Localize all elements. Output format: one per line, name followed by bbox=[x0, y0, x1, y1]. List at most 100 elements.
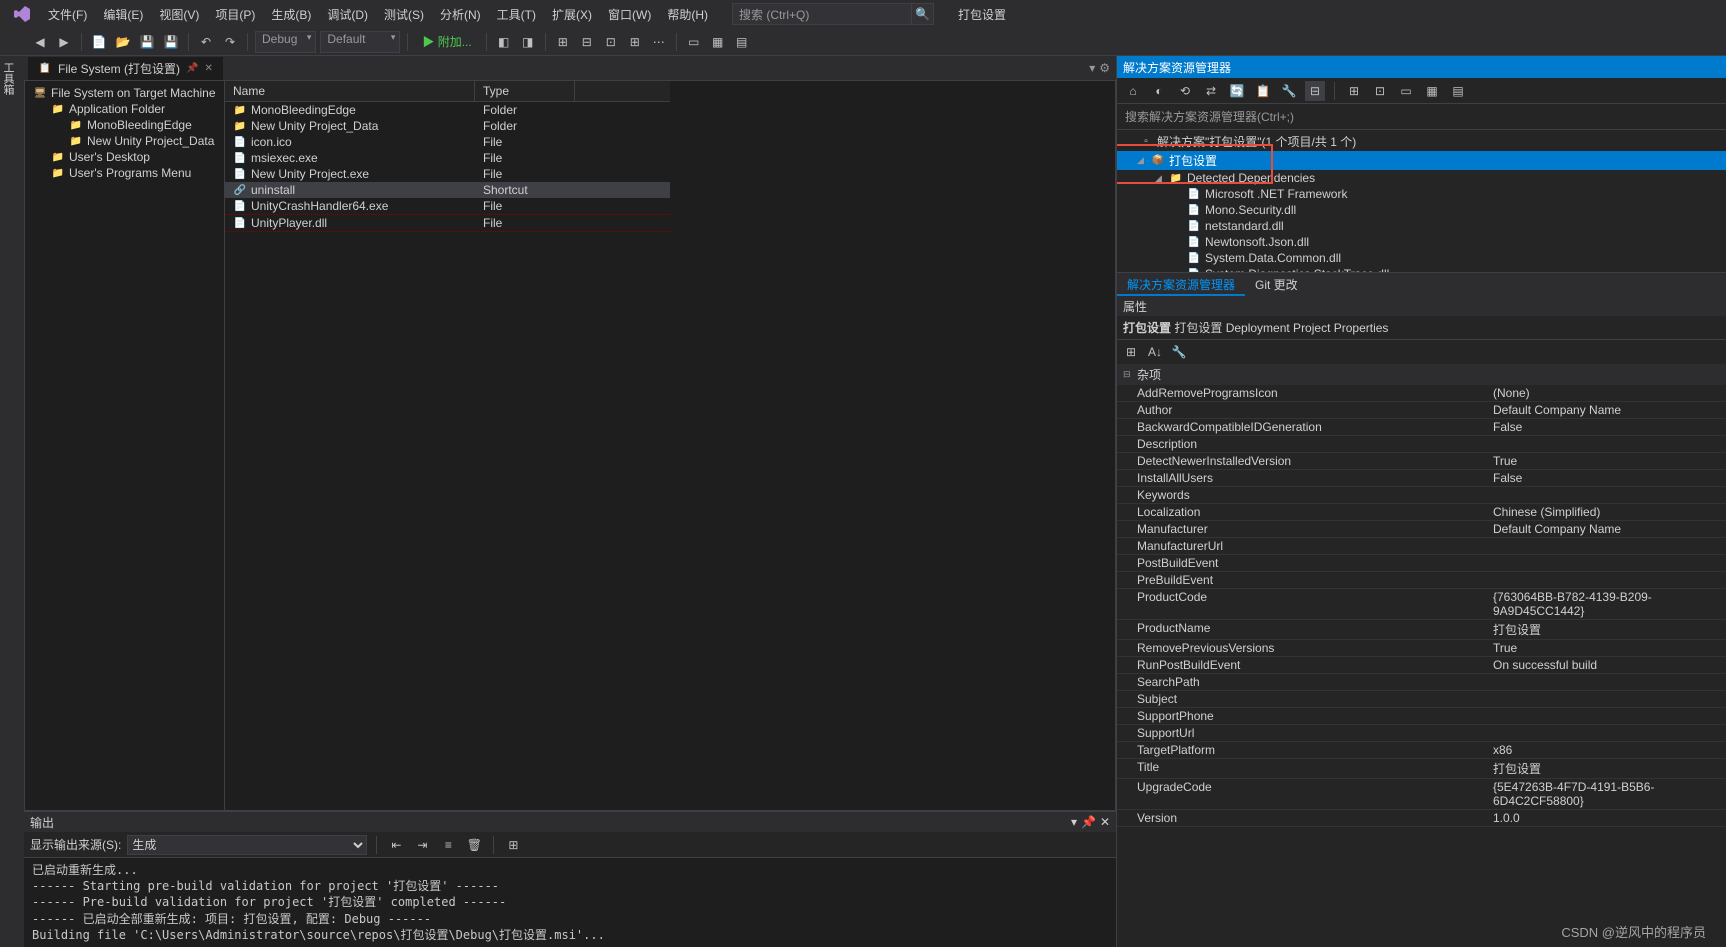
fs-file-row[interactable]: 📄UnityCrashHandler64.exeFile bbox=[225, 198, 670, 215]
property-row[interactable]: Version1.0.0 bbox=[1117, 810, 1726, 827]
fs-tree-node[interactable]: 📁MonoBleedingEdge bbox=[25, 117, 224, 133]
tool-icon[interactable]: ⊟ bbox=[577, 32, 597, 52]
start-button[interactable]: ▶ 附加... bbox=[415, 32, 478, 52]
menu-item[interactable]: 编辑(E) bbox=[95, 4, 151, 26]
tool-icon[interactable]: ⇤ bbox=[386, 835, 406, 855]
pin-icon[interactable]: 📌 bbox=[186, 63, 198, 74]
tool-icon[interactable]: ▤ bbox=[1448, 81, 1468, 101]
tool-icon[interactable]: ◨ bbox=[518, 32, 538, 52]
property-row[interactable]: BackwardCompatibleIDGenerationFalse bbox=[1117, 419, 1726, 436]
property-row[interactable]: PostBuildEvent bbox=[1117, 555, 1726, 572]
fs-tree-node[interactable]: 📁User's Programs Menu bbox=[25, 165, 224, 181]
fs-tree-node[interactable]: 🖥File System on Target Machine bbox=[25, 85, 224, 101]
property-row[interactable]: LocalizationChinese (Simplified) bbox=[1117, 504, 1726, 521]
tab-git-changes[interactable]: Git 更改 bbox=[1245, 273, 1308, 296]
menu-item[interactable]: 调试(D) bbox=[319, 4, 376, 26]
property-row[interactable]: PreBuildEvent bbox=[1117, 572, 1726, 589]
fs-file-row[interactable]: 📁MonoBleedingEdgeFolder bbox=[225, 102, 670, 118]
pin-icon[interactable]: 📌 bbox=[1081, 815, 1096, 829]
tool-icon[interactable]: ⊞ bbox=[1344, 81, 1364, 101]
tool-icon[interactable]: ◐ bbox=[1149, 81, 1169, 101]
tool-icon[interactable]: ▤ bbox=[732, 32, 752, 52]
solution-tree-node[interactable]: 📄Newtonsoft.Json.dll bbox=[1117, 234, 1726, 250]
fs-file-row[interactable]: 📄New Unity Project.exeFile bbox=[225, 166, 670, 182]
property-row[interactable]: SupportUrl bbox=[1117, 725, 1726, 742]
nav-back-icon[interactable]: ◀ bbox=[30, 32, 50, 52]
property-row[interactable]: SupportPhone bbox=[1117, 708, 1726, 725]
property-row[interactable]: ManufacturerUrl bbox=[1117, 538, 1726, 555]
property-row[interactable]: UpgradeCode{5E47263B-4F7D-4191-B5B6-6D4C… bbox=[1117, 779, 1726, 810]
fs-file-row[interactable]: 📄UnityPlayer.dllFile bbox=[225, 215, 670, 232]
fs-tree-node[interactable]: 📁New Unity Project_Data bbox=[25, 133, 224, 149]
tool-icon[interactable]: ◧ bbox=[494, 32, 514, 52]
undo-icon[interactable]: ↶ bbox=[196, 32, 216, 52]
doc-tab-filesystem[interactable]: 📋 File System (打包设置) 📌 ✕ bbox=[28, 57, 223, 80]
tool-icon[interactable]: ▭ bbox=[1396, 81, 1416, 101]
sort-icon[interactable]: A↓ bbox=[1145, 342, 1165, 362]
menu-item[interactable]: 帮助(H) bbox=[659, 4, 716, 26]
menu-item[interactable]: 测试(S) bbox=[376, 4, 432, 26]
config-dropdown[interactable]: Debug bbox=[255, 31, 316, 53]
tab-dropdown-icon[interactable]: ▾ bbox=[1089, 61, 1095, 75]
menu-item[interactable]: 生成(B) bbox=[263, 4, 319, 26]
tool-icon[interactable]: 📋 bbox=[1253, 81, 1273, 101]
property-row[interactable]: RemovePreviousVersionsTrue bbox=[1117, 640, 1726, 657]
nav-fwd-icon[interactable]: ▶ bbox=[54, 32, 74, 52]
output-source-dropdown[interactable]: 生成 bbox=[127, 835, 367, 855]
fs-tree-node[interactable]: 📁User's Desktop bbox=[25, 149, 224, 165]
refresh-icon[interactable]: 🔄 bbox=[1227, 81, 1247, 101]
sync-icon[interactable]: ⇄ bbox=[1201, 81, 1221, 101]
column-name[interactable]: Name bbox=[225, 81, 475, 101]
tool-icon[interactable]: ⋯ bbox=[649, 32, 669, 52]
property-row[interactable]: Title打包设置 bbox=[1117, 759, 1726, 779]
save-all-icon[interactable]: 💾 bbox=[161, 32, 181, 52]
property-row[interactable]: AddRemoveProgramsIcon(None) bbox=[1117, 385, 1726, 402]
properties-object-selector[interactable]: 打包设置 打包设置 Deployment Project Properties … bbox=[1117, 316, 1726, 340]
tool-icon[interactable]: ⟲ bbox=[1175, 81, 1195, 101]
toolbox-rail[interactable]: 工具箱 bbox=[0, 56, 24, 947]
property-row[interactable]: DetectNewerInstalledVersionTrue bbox=[1117, 453, 1726, 470]
solution-tree-node[interactable]: 📄Mono.Security.dll bbox=[1117, 202, 1726, 218]
close-icon[interactable]: ✕ bbox=[1100, 815, 1110, 829]
tool-icon[interactable]: ▭ bbox=[684, 32, 704, 52]
solution-tree-node[interactable]: ◢📁Detected Dependencies bbox=[1117, 170, 1726, 186]
open-icon[interactable]: 📂 bbox=[113, 32, 133, 52]
platform-dropdown[interactable]: Default bbox=[320, 31, 400, 53]
property-row[interactable]: TargetPlatformx86 bbox=[1117, 742, 1726, 759]
property-row[interactable]: ManufacturerDefault Company Name bbox=[1117, 521, 1726, 538]
property-row[interactable]: Subject bbox=[1117, 691, 1726, 708]
wrench-icon[interactable]: 🔧 bbox=[1169, 342, 1189, 362]
solution-tree-node[interactable]: 📄System.Data.Common.dll bbox=[1117, 250, 1726, 266]
collapse-icon[interactable]: ⊟ bbox=[1123, 369, 1133, 380]
fs-file-row[interactable]: 🔗uninstallShortcut bbox=[225, 182, 670, 198]
home-icon[interactable]: ⌂ bbox=[1123, 81, 1143, 101]
tool-icon[interactable]: ≡ bbox=[438, 835, 458, 855]
output-text[interactable]: 已启动重新生成... ------ Starting pre-build val… bbox=[24, 858, 1116, 947]
property-row[interactable]: AuthorDefault Company Name bbox=[1117, 402, 1726, 419]
solution-tree-node[interactable]: 📄System.Diagnostics.StackTrace.dll bbox=[1117, 266, 1726, 272]
menu-item[interactable]: 文件(F) bbox=[40, 4, 95, 26]
gear-icon[interactable]: ⚙ bbox=[1099, 61, 1110, 75]
save-icon[interactable]: 💾 bbox=[137, 32, 157, 52]
properties-category[interactable]: ⊟ 杂项 bbox=[1117, 364, 1726, 385]
menu-item[interactable]: 工具(T) bbox=[489, 4, 544, 26]
redo-icon[interactable]: ↷ bbox=[220, 32, 240, 52]
solution-tree-node[interactable]: 📄Microsoft .NET Framework bbox=[1117, 186, 1726, 202]
property-row[interactable]: InstallAllUsersFalse bbox=[1117, 470, 1726, 487]
property-row[interactable]: SearchPath bbox=[1117, 674, 1726, 691]
menu-item[interactable]: 窗口(W) bbox=[600, 4, 659, 26]
fs-file-row[interactable]: 📁New Unity Project_DataFolder bbox=[225, 118, 670, 134]
wrench-icon[interactable]: 🔧 bbox=[1279, 81, 1299, 101]
fs-tree[interactable]: 🖥File System on Target Machine📁Applicati… bbox=[25, 81, 225, 810]
solution-tree-node[interactable]: ▫解决方案"打包设置"(1 个项目/共 1 个) bbox=[1117, 132, 1726, 151]
tool-icon[interactable]: ⊟ bbox=[1305, 81, 1325, 101]
solution-tree-node[interactable]: 📄netstandard.dll bbox=[1117, 218, 1726, 234]
property-row[interactable]: RunPostBuildEventOn successful build bbox=[1117, 657, 1726, 674]
property-row[interactable]: Keywords bbox=[1117, 487, 1726, 504]
column-type[interactable]: Type bbox=[475, 81, 575, 101]
property-row[interactable]: ProductCode{763064BB-B782-4139-B209-9A9D… bbox=[1117, 589, 1726, 620]
solution-search-input[interactable]: 搜索解决方案资源管理器(Ctrl+;) bbox=[1117, 104, 1726, 130]
pin-icon[interactable]: ▾ bbox=[1071, 815, 1077, 829]
tool-icon[interactable]: ⊡ bbox=[1370, 81, 1390, 101]
new-project-icon[interactable]: 📄 bbox=[89, 32, 109, 52]
